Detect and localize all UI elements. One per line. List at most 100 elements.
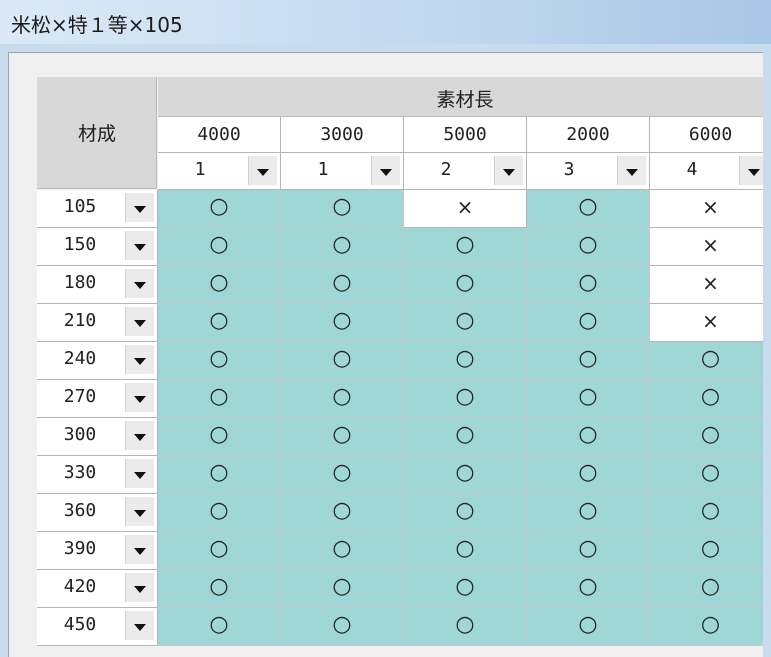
availability-cell[interactable]: ○ [527, 380, 650, 418]
availability-cell[interactable]: ○ [281, 532, 404, 570]
availability-cell[interactable]: ○ [527, 456, 650, 494]
chevron-down-icon[interactable] [125, 573, 154, 602]
availability-cell[interactable]: ○ [650, 494, 771, 532]
availability-cell[interactable]: ○ [404, 342, 527, 380]
availability-cell[interactable]: ○ [650, 418, 771, 456]
availability-cell[interactable]: × [650, 304, 771, 342]
availability-cell[interactable]: ○ [650, 532, 771, 570]
availability-cell[interactable]: ○ [158, 228, 281, 266]
chevron-down-icon[interactable] [125, 269, 154, 298]
availability-cell[interactable]: ○ [527, 304, 650, 342]
chevron-down-icon[interactable] [125, 193, 154, 222]
availability-cell[interactable]: ○ [158, 342, 281, 380]
availability-cell[interactable]: ○ [527, 342, 650, 380]
column-length-header: 2000 [527, 117, 650, 153]
availability-cell[interactable]: ○ [281, 418, 404, 456]
availability-mark: ○ [209, 574, 229, 599]
availability-cell[interactable]: ○ [404, 456, 527, 494]
availability-cell[interactable]: ○ [281, 494, 404, 532]
availability-cell[interactable]: ○ [281, 190, 404, 228]
availability-cell[interactable]: ○ [650, 570, 771, 608]
availability-cell[interactable]: ○ [650, 456, 771, 494]
availability-mark: ○ [578, 574, 598, 599]
row-size-selector[interactable]: 150 [37, 228, 158, 266]
row-size-selector[interactable]: 330 [37, 456, 158, 494]
availability-cell[interactable]: ○ [158, 190, 281, 228]
availability-cell[interactable]: ○ [281, 380, 404, 418]
column-selector[interactable]: 2 [404, 153, 527, 190]
availability-cell[interactable]: ○ [527, 228, 650, 266]
availability-cell[interactable]: ○ [158, 456, 281, 494]
availability-cell[interactable]: ○ [404, 494, 527, 532]
availability-cell[interactable]: ○ [281, 228, 404, 266]
chevron-down-icon[interactable] [371, 156, 400, 185]
availability-cell[interactable]: ○ [281, 456, 404, 494]
chevron-down-icon[interactable] [617, 156, 646, 185]
availability-cell[interactable]: ○ [650, 342, 771, 380]
row-size-selector[interactable]: 300 [37, 418, 158, 456]
availability-mark: ○ [209, 270, 229, 295]
availability-cell[interactable]: ○ [158, 532, 281, 570]
availability-cell[interactable]: ○ [404, 304, 527, 342]
row-size-selector[interactable]: 105 [37, 190, 158, 228]
chevron-down-icon[interactable] [125, 345, 154, 374]
chevron-down-icon[interactable] [125, 611, 154, 640]
availability-cell[interactable]: ○ [158, 266, 281, 304]
availability-cell[interactable]: ○ [527, 570, 650, 608]
availability-cell[interactable]: ○ [158, 304, 281, 342]
column-length-label: 2000 [566, 124, 610, 145]
availability-cell[interactable]: ○ [527, 190, 650, 228]
row-size-selector[interactable]: 270 [37, 380, 158, 418]
row-size-selector[interactable]: 360 [37, 494, 158, 532]
availability-cell[interactable]: ○ [158, 608, 281, 646]
availability-cell[interactable]: ○ [158, 494, 281, 532]
availability-cell[interactable]: ○ [650, 380, 771, 418]
column-selector[interactable]: 1 [158, 153, 281, 190]
availability-cell[interactable]: ○ [281, 342, 404, 380]
column-selector[interactable]: 3 [527, 153, 650, 190]
availability-cell[interactable]: ○ [281, 304, 404, 342]
chevron-down-icon[interactable] [125, 383, 154, 412]
row-size-selector[interactable]: 420 [37, 570, 158, 608]
chevron-down-icon[interactable] [494, 156, 523, 185]
availability-cell[interactable]: ○ [404, 418, 527, 456]
availability-cell[interactable]: ○ [281, 608, 404, 646]
chevron-down-icon[interactable] [125, 231, 154, 260]
availability-mark: ○ [209, 346, 229, 371]
chevron-down-icon[interactable] [125, 535, 154, 564]
availability-cell[interactable]: ○ [404, 532, 527, 570]
availability-cell[interactable]: ○ [404, 266, 527, 304]
availability-cell[interactable]: ○ [158, 418, 281, 456]
availability-cell[interactable]: ○ [527, 494, 650, 532]
availability-cell[interactable]: ○ [281, 266, 404, 304]
chevron-down-icon[interactable] [125, 307, 154, 336]
availability-cell[interactable]: × [650, 190, 771, 228]
availability-cell[interactable]: ○ [281, 570, 404, 608]
row-size-selector[interactable]: 180 [37, 266, 158, 304]
availability-cell[interactable]: ○ [527, 418, 650, 456]
column-selector[interactable]: 4 [650, 153, 771, 190]
availability-cell[interactable]: ○ [650, 608, 771, 646]
availability-cell[interactable]: ○ [404, 228, 527, 266]
row-size-selector[interactable]: 210 [37, 304, 158, 342]
row-size-selector[interactable]: 450 [37, 608, 158, 646]
availability-cell[interactable]: ○ [404, 380, 527, 418]
availability-cell[interactable]: × [650, 266, 771, 304]
availability-cell[interactable]: ○ [158, 380, 281, 418]
chevron-down-icon[interactable] [125, 421, 154, 450]
row-size-selector[interactable]: 390 [37, 532, 158, 570]
availability-cell[interactable]: ○ [158, 570, 281, 608]
chevron-down-icon[interactable] [248, 156, 277, 185]
availability-cell[interactable]: ○ [527, 532, 650, 570]
availability-cell[interactable]: × [404, 190, 527, 228]
availability-cell[interactable]: ○ [527, 608, 650, 646]
availability-cell[interactable]: ○ [404, 570, 527, 608]
column-selector[interactable]: 1 [281, 153, 404, 190]
chevron-down-icon[interactable] [125, 497, 154, 526]
row-size-selector[interactable]: 240 [37, 342, 158, 380]
availability-mark: ○ [209, 384, 229, 409]
availability-cell[interactable]: × [650, 228, 771, 266]
availability-cell[interactable]: ○ [527, 266, 650, 304]
availability-cell[interactable]: ○ [404, 608, 527, 646]
chevron-down-icon[interactable] [125, 459, 154, 488]
